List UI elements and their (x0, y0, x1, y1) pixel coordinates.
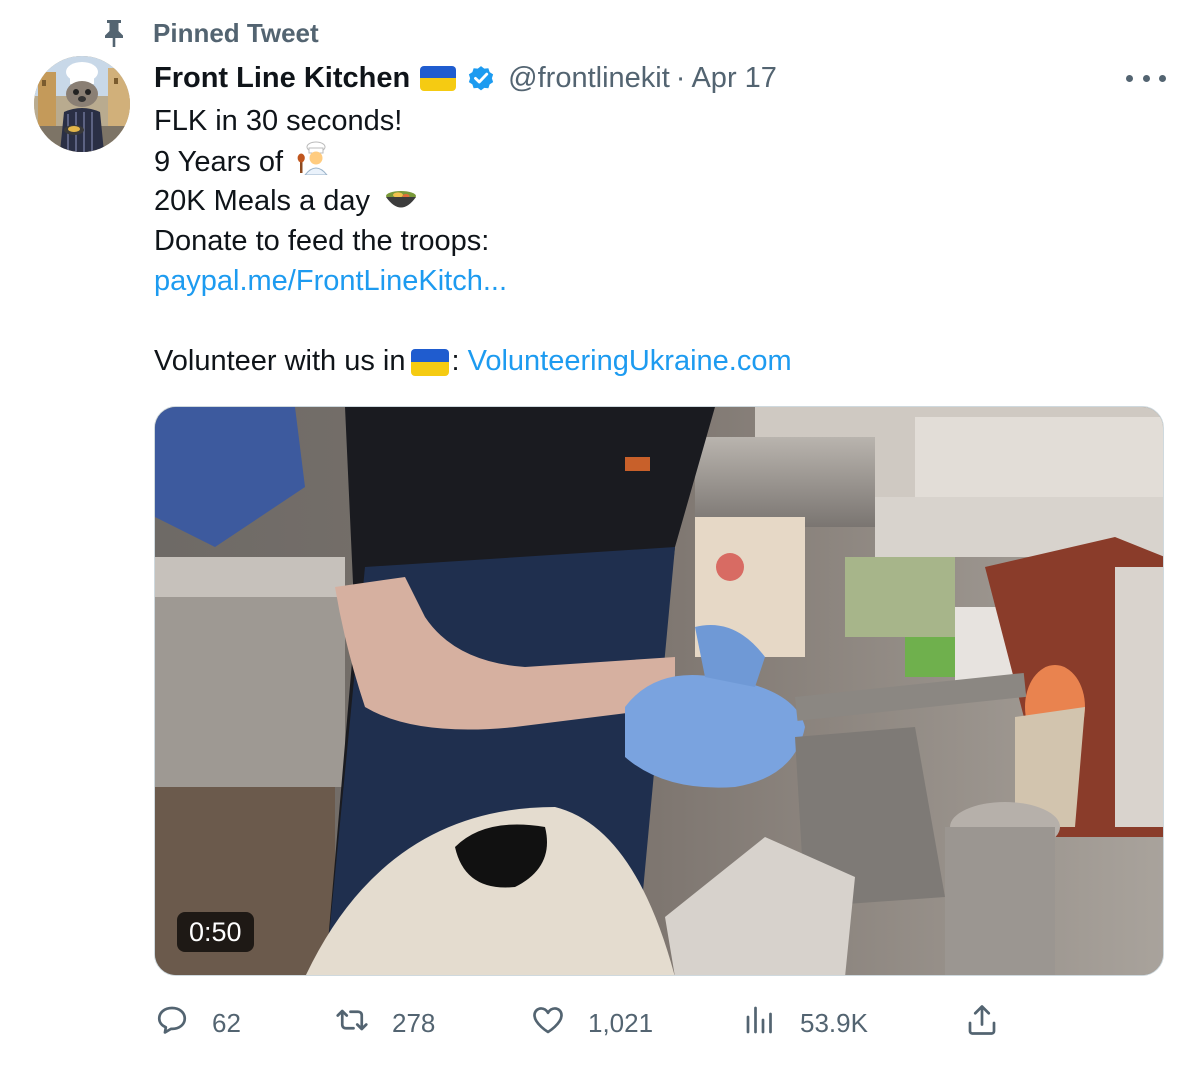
tweet-line-text: 20K Meals a day (154, 185, 371, 217)
pin-icon (100, 18, 128, 48)
tweet-line: Volunteer with us in: VolunteeringUkrain… (154, 341, 1154, 381)
heart-icon (530, 1002, 566, 1045)
retweet-count: 278 (392, 1007, 436, 1038)
action-bar: 62 278 1,021 53.9K (0, 1000, 1202, 1046)
user-handle[interactable]: @frontlinekit (508, 62, 670, 95)
tweet-date[interactable]: Apr 17 (691, 62, 776, 95)
like-count: 1,021 (588, 1007, 654, 1038)
tweet-line: Donate to feed the troops: (154, 225, 490, 257)
volunteering-link[interactable]: VolunteeringUkraine.com (468, 345, 792, 377)
tweet-line-text: 9 Years of (154, 146, 283, 179)
retweet-icon (334, 1002, 370, 1045)
tweet-line-text: Volunteer with us in (154, 345, 406, 377)
pinned-tweet-label: Pinned Tweet (153, 17, 319, 48)
display-name[interactable]: Front Line Kitchen (154, 62, 410, 95)
video-thumbnail (155, 407, 1163, 975)
verified-badge-icon[interactable] (466, 63, 496, 93)
reply-count: 62 (212, 1007, 241, 1038)
tweet-header: Front Line Kitchen @frontlinekit · Apr 1… (154, 58, 777, 98)
reply-button[interactable]: 62 (154, 1000, 241, 1046)
paypal-link[interactable]: paypal.me/FrontLineKitch... (154, 265, 507, 297)
retweet-button[interactable]: 278 (334, 1000, 435, 1046)
tweet[interactable]: Pinned Tweet Front Line Kitchen @frontli… (0, 0, 1202, 1066)
ukraine-flag-icon (411, 348, 450, 376)
tweet-line: FLK in 30 seconds! (154, 105, 403, 137)
food-bowl-emoji-icon (384, 182, 418, 223)
share-icon (964, 1002, 1000, 1045)
video-duration: 0:50 (177, 912, 254, 952)
tweet-text: FLK in 30 seconds! 9 Years of 20K Meals … (154, 101, 1154, 381)
share-button[interactable] (964, 1000, 1000, 1046)
tweet-line: paypal.me/FrontLineKitch... (154, 261, 1154, 301)
like-button[interactable]: 1,021 (530, 1000, 653, 1046)
tweet-line: 20K Meals a day (154, 181, 1154, 221)
views-chart-icon (742, 1002, 778, 1045)
reply-icon (154, 1002, 190, 1045)
avatar[interactable] (34, 56, 130, 152)
ukraine-flag-icon (420, 65, 457, 91)
header-separator: · (675, 61, 686, 94)
pinned-row: Pinned Tweet (100, 16, 319, 50)
cook-emoji-icon (297, 141, 331, 186)
colon-text: : (451, 345, 460, 377)
video-player[interactable]: 0:50 (154, 406, 1164, 976)
more-options-icon[interactable] (1126, 66, 1166, 90)
tweet-line: 9 Years of (154, 141, 1154, 181)
views-count: 53.9K (800, 1007, 868, 1038)
views-button[interactable]: 53.9K (742, 1000, 868, 1046)
